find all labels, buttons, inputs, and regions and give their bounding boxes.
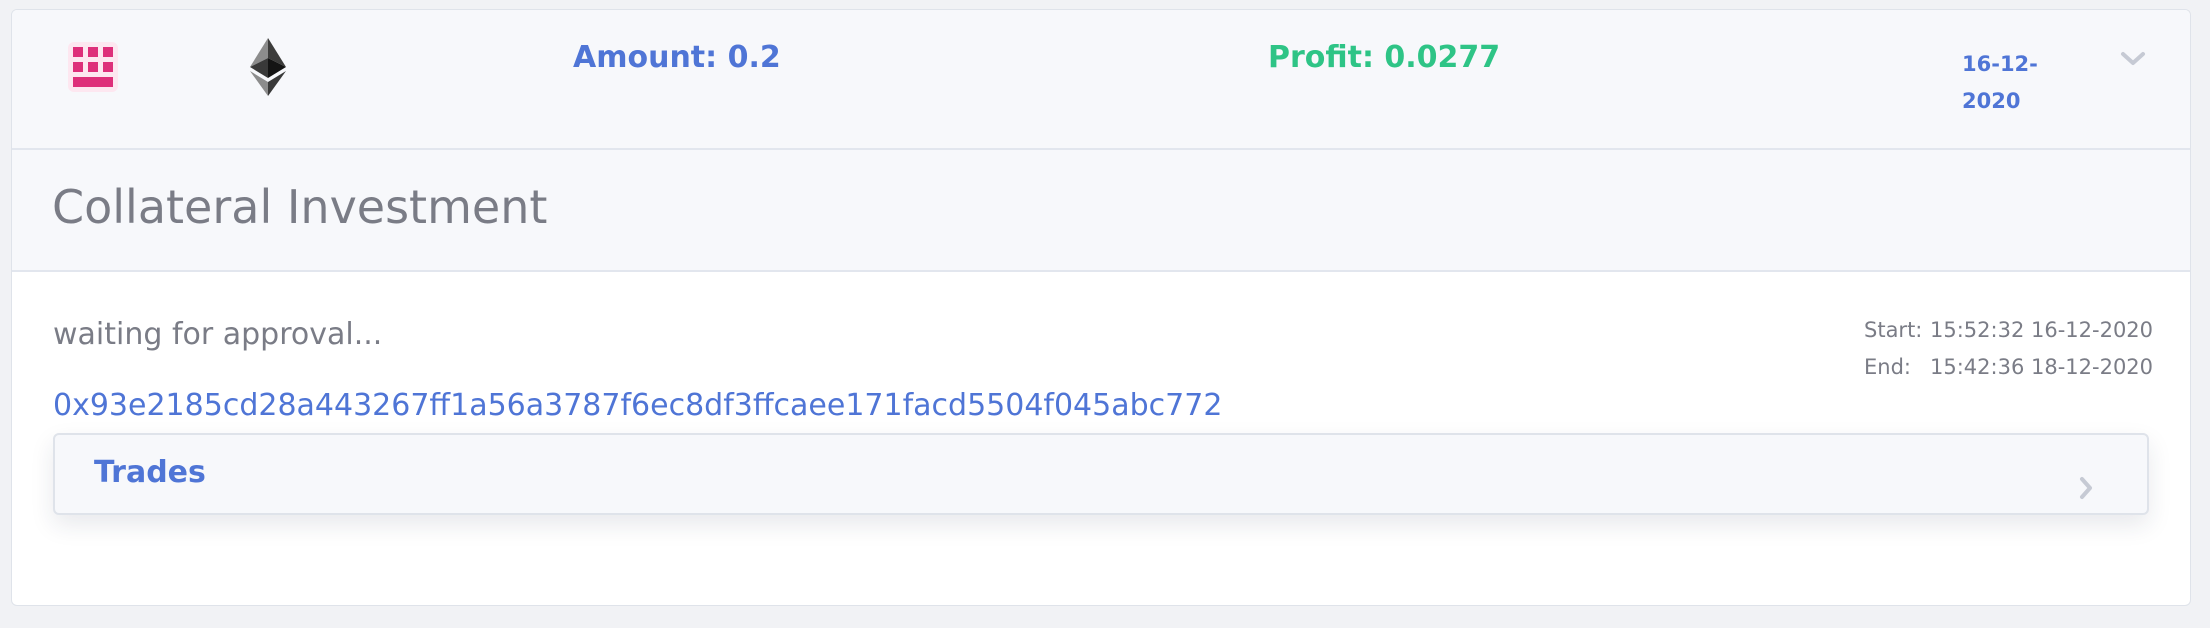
trades-label: Trades bbox=[94, 455, 206, 490]
transaction-hash-link[interactable]: 0x93e2185cd28a443267ff1a56a3787f6ec8df3f… bbox=[53, 388, 1222, 423]
pixel-w-logo-icon bbox=[68, 42, 118, 92]
header-date-line2: 2020 bbox=[1962, 89, 2021, 113]
header-date: 16-12- 2020 bbox=[1962, 46, 2052, 120]
end-time-row: End: 15:42:36 18-12-2020 bbox=[1864, 349, 2153, 386]
start-label: Start: bbox=[1864, 318, 1923, 342]
amount-value: Amount: 0.2 bbox=[573, 40, 781, 75]
status-text: waiting for approval... bbox=[53, 317, 383, 352]
start-time: 15:52:32 16-12-2020 bbox=[1930, 318, 2154, 342]
profit-value: Profit: 0.0277 bbox=[1268, 40, 1501, 75]
chevron-down-icon[interactable] bbox=[2120, 50, 2146, 68]
trades-accordion[interactable]: Trades bbox=[53, 433, 2149, 515]
chevron-right-icon bbox=[2080, 477, 2092, 499]
section-title-bar: Collateral Investment bbox=[12, 150, 2190, 272]
end-label: End: bbox=[1864, 355, 1911, 379]
end-time: 15:42:36 18-12-2020 bbox=[1930, 355, 2154, 379]
investment-card: Amount: 0.2 Profit: 0.0277 16-12- 2020 C… bbox=[11, 9, 2191, 606]
time-range: Start: 15:52:32 16-12-2020 End: 15:42:36 1… bbox=[1864, 312, 2153, 386]
header-date-line1: 16-12- bbox=[1962, 52, 2038, 76]
page-title: Collateral Investment bbox=[52, 180, 548, 234]
ethereum-icon bbox=[250, 38, 286, 96]
start-time-row: Start: 15:52:32 16-12-2020 bbox=[1864, 312, 2153, 349]
investment-header[interactable]: Amount: 0.2 Profit: 0.0277 16-12- 2020 bbox=[12, 10, 2190, 150]
